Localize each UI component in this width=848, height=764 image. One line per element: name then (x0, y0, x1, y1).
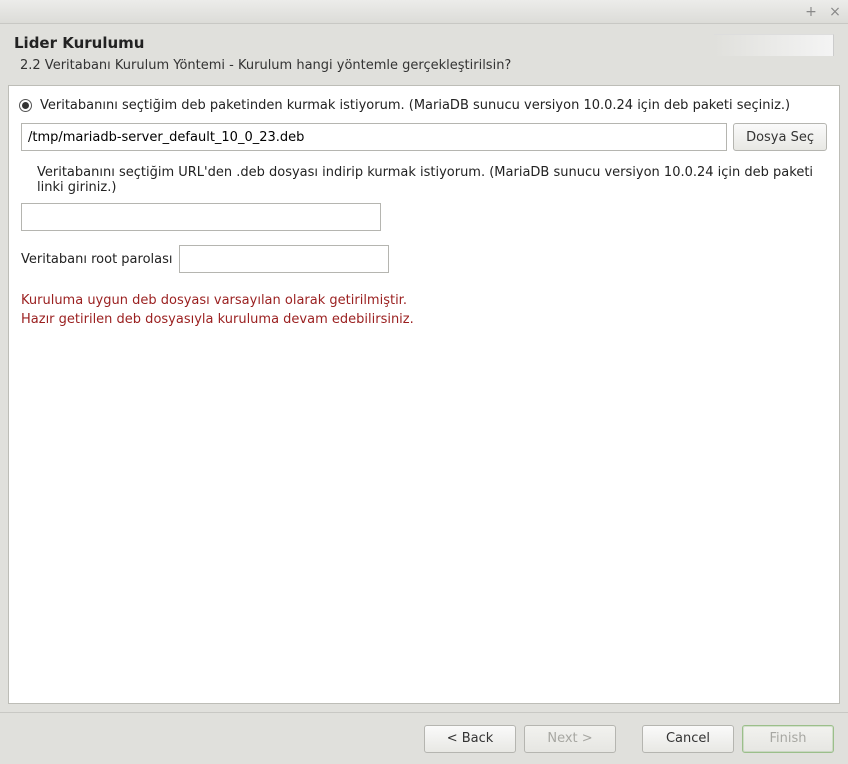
choose-file-button[interactable]: Dosya Seç (733, 123, 827, 151)
deb-file-row: Dosya Seç (21, 123, 827, 151)
cancel-button[interactable]: Cancel (642, 725, 734, 753)
wizard-window: + × Lider Kurulumu 2.2 Veritabanı Kurulu… (0, 0, 848, 764)
next-button: Next > (524, 725, 616, 753)
info-line-2: Hazır getirilen deb dosyasıyla kuruluma … (21, 312, 829, 327)
maximize-icon[interactable]: + (804, 5, 818, 19)
wizard-footer: < Back Next > Cancel Finish (0, 712, 848, 764)
wizard-header: Lider Kurulumu 2.2 Veritabanı Kurulum Yö… (0, 24, 848, 85)
option-deb-label: Veritabanını seçtiğim deb paketinden kur… (40, 98, 790, 113)
option-url-label: Veritabanını seçtiğim URL'den .deb dosya… (37, 165, 829, 195)
back-button[interactable]: < Back (424, 725, 516, 753)
content-panel: Veritabanını seçtiğim deb paketinden kur… (8, 85, 840, 704)
root-password-row: Veritabanı root parolası (21, 245, 829, 273)
content-wrap: Veritabanını seçtiğim deb paketinden kur… (0, 85, 848, 712)
root-password-label: Veritabanı root parolası (21, 252, 173, 267)
info-line-1: Kuruluma uygun deb dosyası varsayılan ol… (21, 293, 829, 308)
page-title: Lider Kurulumu (14, 34, 511, 52)
titlebar: + × (0, 0, 848, 24)
root-password-input[interactable] (179, 245, 389, 273)
url-input[interactable] (21, 203, 381, 231)
deb-path-input[interactable] (21, 123, 727, 151)
option-deb-radio-row[interactable]: Veritabanını seçtiğim deb paketinden kur… (19, 98, 829, 113)
finish-button: Finish (742, 725, 834, 753)
header-banner (714, 34, 834, 56)
close-icon[interactable]: × (828, 5, 842, 19)
page-subtitle: 2.2 Veritabanı Kurulum Yöntemi - Kurulum… (20, 58, 511, 73)
radio-icon[interactable] (19, 99, 32, 112)
